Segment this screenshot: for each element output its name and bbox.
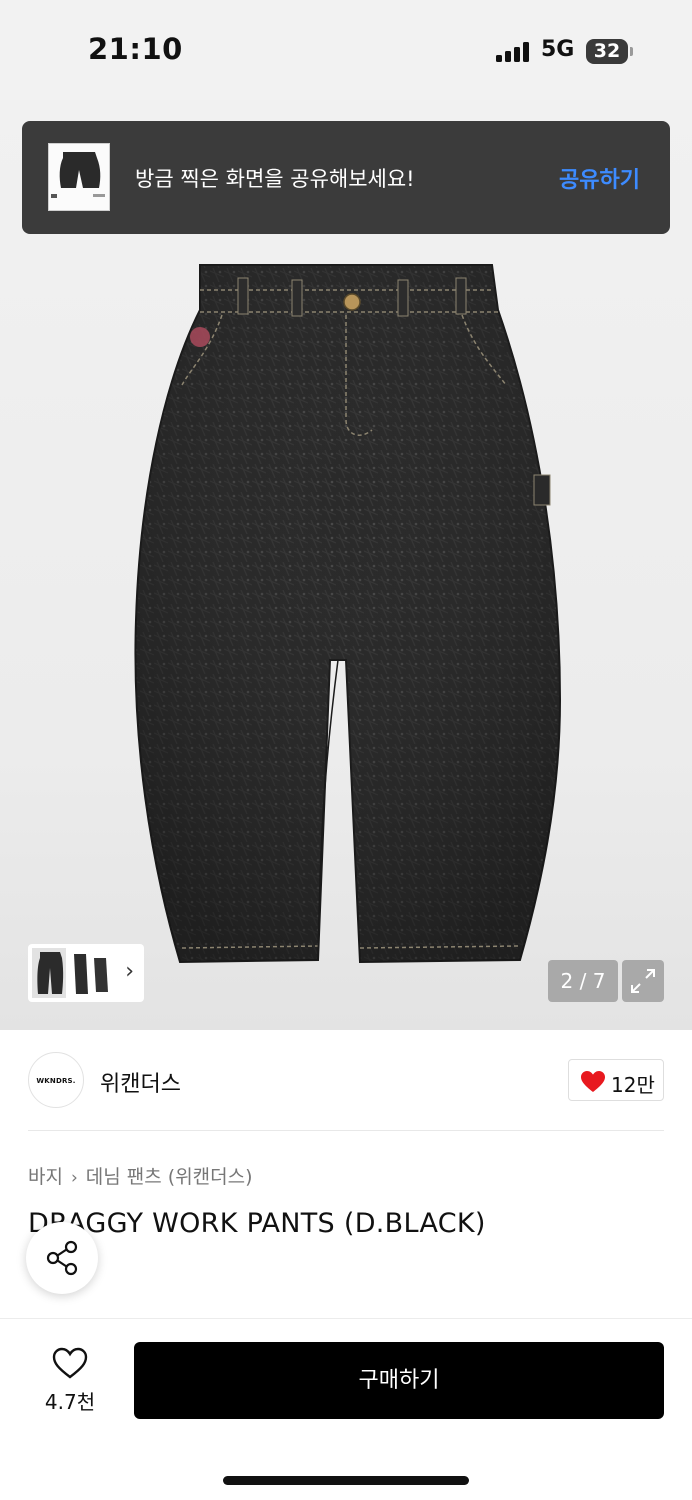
brand-logo[interactable]: WKNDRS.: [28, 1052, 84, 1108]
share-screenshot-toast: 방금 찍은 화면을 공유해보세요! 공유하기: [22, 121, 670, 234]
home-indicator: [223, 1476, 469, 1485]
wishlist-heart-icon: [52, 1347, 88, 1379]
product-image[interactable]: [0, 100, 692, 1030]
heart-icon: [581, 1071, 605, 1092]
breadcrumb-item[interactable]: 바지: [28, 1162, 63, 1189]
breadcrumb-separator: ›: [70, 1168, 78, 1188]
screenshot-thumbnail[interactable]: [48, 143, 110, 211]
wishlist-button[interactable]: 4.7천: [30, 1344, 110, 1416]
toast-message: 방금 찍은 화면을 공유해보세요!: [135, 167, 415, 191]
buy-button[interactable]: 구매하기: [134, 1342, 664, 1419]
battery-icon: 32: [586, 39, 628, 64]
brand-like-count: 12만: [611, 1073, 655, 1097]
image-counter: 2 / 7: [548, 960, 618, 1002]
status-time: 21:10: [88, 32, 183, 66]
brand-name[interactable]: 위캔더스: [100, 1066, 181, 1098]
signal-icon: [496, 42, 532, 62]
brand-like-button[interactable]: 12만: [568, 1059, 664, 1101]
status-bar: 21:10 5G 32: [0, 0, 692, 100]
share-icon[interactable]: [26, 1222, 98, 1294]
breadcrumb: 바지 › 데님 팬츠 (위캔더스): [28, 1162, 253, 1189]
expand-icon[interactable]: [622, 960, 664, 1002]
thumbnail-images: [32, 948, 108, 998]
toast-share-button[interactable]: 공유하기: [559, 162, 640, 194]
wishlist-count: 4.7천: [44, 1390, 96, 1414]
network-type: 5G: [541, 37, 575, 62]
divider: [28, 1130, 664, 1131]
breadcrumb-item[interactable]: 데님 팬츠 (위캔더스): [86, 1162, 253, 1189]
pants-image: [134, 264, 562, 964]
battery-tip: [630, 47, 633, 56]
thumbnail-strip[interactable]: ›: [28, 944, 144, 1002]
chevron-right-icon: ›: [125, 959, 134, 984]
